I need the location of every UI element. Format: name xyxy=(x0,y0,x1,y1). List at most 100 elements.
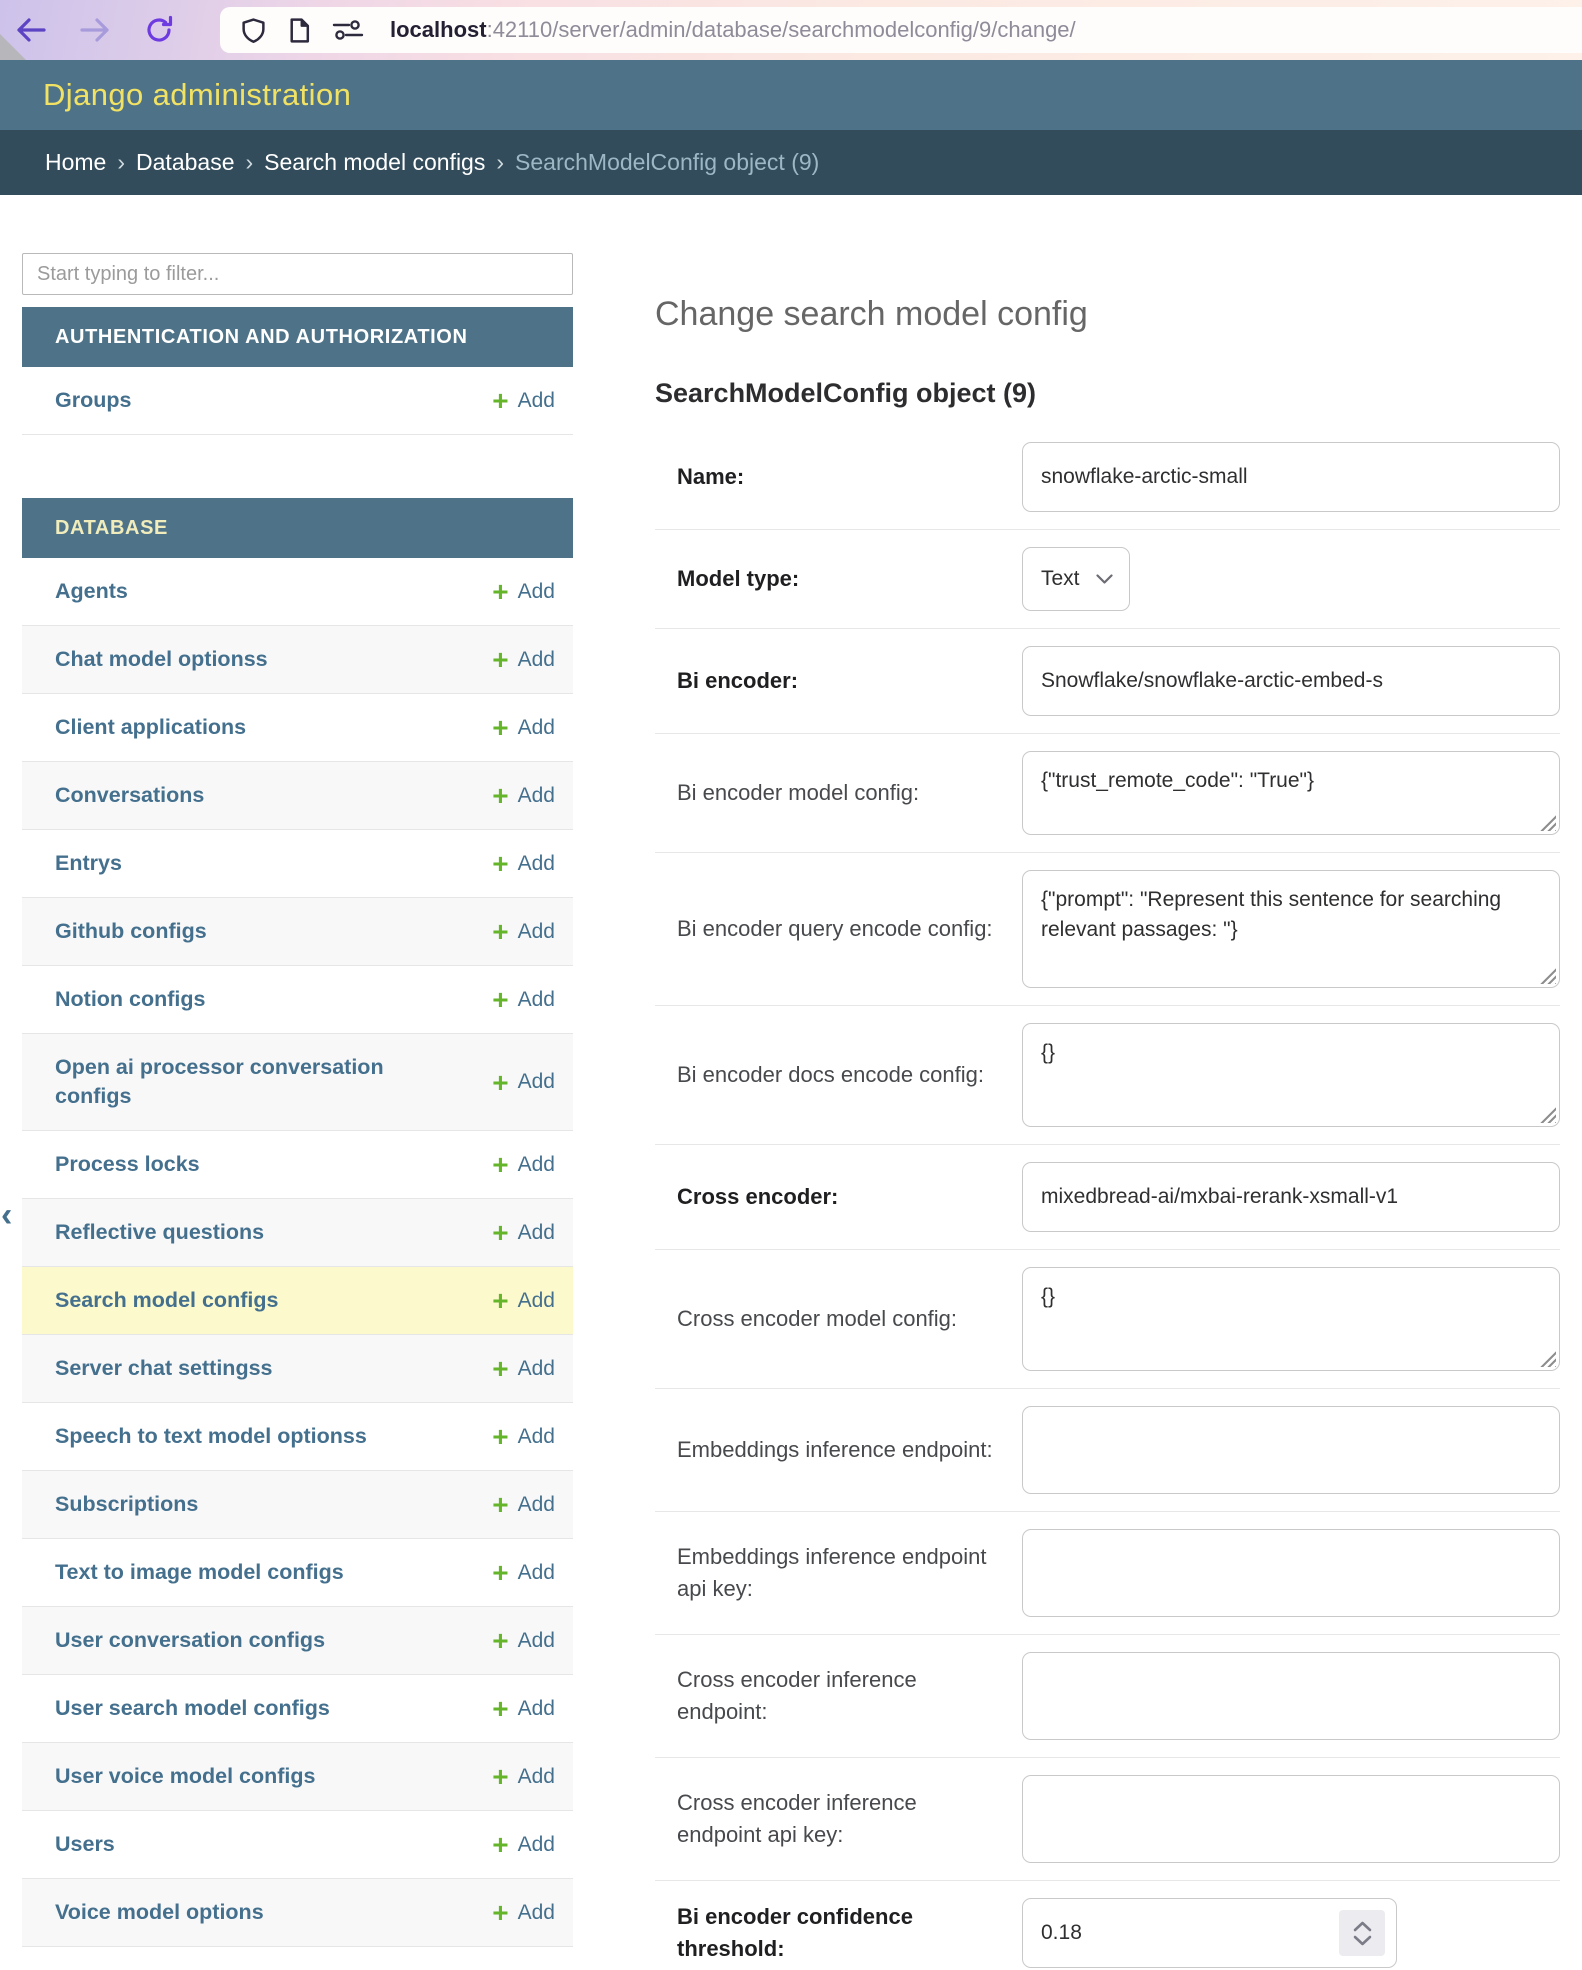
sidebar-item-link[interactable]: User voice model configs xyxy=(55,1762,315,1791)
sidebar-item-link[interactable]: Search model configs xyxy=(55,1286,278,1315)
sidebar-item-conversations[interactable]: Conversations +Add xyxy=(22,762,573,830)
sidebar-item-entrys[interactable]: Entrys +Add xyxy=(22,830,573,898)
sidebar-add-link[interactable]: +Add xyxy=(492,919,555,944)
back-button[interactable] xyxy=(14,13,48,47)
sidebar-item-link[interactable]: Users xyxy=(55,1830,115,1859)
resize-handle-icon[interactable] xyxy=(1539,1106,1556,1123)
field-input-bi-encoder[interactable] xyxy=(1022,646,1560,716)
sidebar-item-link[interactable]: Entrys xyxy=(55,849,122,878)
sidebar-item-link[interactable]: Text to image model configs xyxy=(55,1558,344,1587)
sidebar-item-link[interactable]: Conversations xyxy=(55,781,204,810)
breadcrumb-separator: › xyxy=(496,149,504,176)
sidebar-item-link[interactable]: Groups xyxy=(55,386,131,415)
sidebar-toggle-icon[interactable]: ‹ xyxy=(1,1198,12,1232)
sidebar-item-user-voice-model-configs[interactable]: User voice model configs +Add xyxy=(22,1743,573,1811)
sidebar-add-link[interactable]: +Add xyxy=(492,783,555,808)
resize-handle-icon[interactable] xyxy=(1539,1350,1556,1367)
sidebar-item-link[interactable]: Open ai processor conversation configs xyxy=(55,1053,425,1111)
sidebar-add-link[interactable]: +Add xyxy=(492,1832,555,1857)
site-title-link[interactable]: Django administration xyxy=(43,77,351,113)
shield-icon[interactable] xyxy=(240,17,267,44)
field-input-embeddings-inference-endpoint-api-key[interactable] xyxy=(1022,1529,1560,1617)
plus-icon: + xyxy=(492,1832,508,1857)
field-input-embeddings-inference-endpoint[interactable] xyxy=(1022,1406,1560,1494)
sidebar-item-notion-configs[interactable]: Notion configs +Add xyxy=(22,966,573,1034)
sidebar-item-speech-to-text-model-optionss[interactable]: Speech to text model optionss +Add xyxy=(22,1403,573,1471)
field-label: Cross encoder model config: xyxy=(655,1303,1022,1335)
sidebar-item-users[interactable]: Users +Add xyxy=(22,1811,573,1879)
number-spinner[interactable] xyxy=(1339,1910,1385,1956)
field-input-cross-encoder[interactable] xyxy=(1022,1162,1560,1232)
breadcrumb-database-link[interactable]: Database xyxy=(136,149,234,176)
sidebar-add-link[interactable]: +Add xyxy=(492,1288,555,1313)
field-input-cross-encoder-inference-endpoint[interactable] xyxy=(1022,1652,1560,1740)
sidebar-item-user-search-model-configs[interactable]: User search model configs +Add xyxy=(22,1675,573,1743)
breadcrumb-search-model-configs-link[interactable]: Search model configs xyxy=(264,149,485,176)
sidebar-item-client-applications[interactable]: Client applications +Add xyxy=(22,694,573,762)
sidebar-item-link[interactable]: Subscriptions xyxy=(55,1490,198,1519)
sidebar-add-link[interactable]: +Add xyxy=(492,1356,555,1381)
page-info-icon[interactable] xyxy=(287,17,312,44)
sidebar-item-link[interactable]: Reflective questions xyxy=(55,1218,264,1247)
field-textarea-bi-encoder-query-encode-config[interactable]: {"prompt": "Represent this sentence for … xyxy=(1022,870,1560,988)
sidebar-item-link[interactable]: Notion configs xyxy=(55,985,205,1014)
sidebar-item-link[interactable]: Voice model options xyxy=(55,1898,264,1927)
form-row-model-type: Model type:Text xyxy=(655,530,1560,629)
sidebar-add-link[interactable]: +Add xyxy=(492,1152,555,1177)
sidebar-add-link[interactable]: +Add xyxy=(492,1900,555,1925)
reload-button[interactable] xyxy=(142,13,176,47)
sidebar-item-search-model-configs[interactable]: Search model configs +Add xyxy=(22,1267,573,1335)
sidebar-add-link[interactable]: +Add xyxy=(492,1424,555,1449)
sidebar-add-link[interactable]: +Add xyxy=(492,1628,555,1653)
sidebar-item-agents[interactable]: Agents +Add xyxy=(22,558,573,626)
field-select-model-type[interactable]: Text xyxy=(1022,547,1130,611)
sidebar-item-voice-model-options[interactable]: Voice model options +Add xyxy=(22,1879,573,1947)
forward-button[interactable] xyxy=(78,13,112,47)
field-input-name[interactable] xyxy=(1022,442,1560,512)
sidebar-sections: AUTHENTICATION AND AUTHORIZATIONGroups+A… xyxy=(22,307,573,1947)
sidebar-item-groups[interactable]: Groups +Add xyxy=(22,367,573,435)
sidebar-add-link[interactable]: +Add xyxy=(492,1492,555,1517)
sidebar-item-open-ai-processor-conversation-configs[interactable]: Open ai processor conversation configs +A… xyxy=(22,1034,573,1131)
sidebar-add-link[interactable]: +Add xyxy=(492,1696,555,1721)
sidebar-add-link[interactable]: +Add xyxy=(492,715,555,740)
sidebar-add-link[interactable]: +Add xyxy=(492,987,555,1012)
sidebar-filter-input[interactable] xyxy=(22,253,573,295)
sidebar-item-subscriptions[interactable]: Subscriptions +Add xyxy=(22,1471,573,1539)
sidebar-item-link[interactable]: Agents xyxy=(55,577,128,606)
sidebar-add-link[interactable]: +Add xyxy=(492,579,555,604)
form-row-cross-encoder-inference-endpoint-api-key: Cross encoder inference endpoint api key… xyxy=(655,1758,1560,1881)
sidebar-add-link[interactable]: +Add xyxy=(492,1220,555,1245)
sidebar-add-link[interactable]: +Add xyxy=(492,851,555,876)
sidebar-item-link[interactable]: Client applications xyxy=(55,713,246,742)
field-textarea-bi-encoder-model-config[interactable]: {"trust_remote_code": "True"} xyxy=(1022,751,1560,835)
sidebar-item-link[interactable]: Server chat settingss xyxy=(55,1354,273,1383)
breadcrumb-home-link[interactable]: Home xyxy=(45,149,106,176)
field-input-cross-encoder-inference-endpoint-api-key[interactable] xyxy=(1022,1775,1560,1863)
sidebar-item-link[interactable]: User conversation configs xyxy=(55,1626,325,1655)
sidebar-item-chat-model-optionss[interactable]: Chat model optionss +Add xyxy=(22,626,573,694)
sliders-icon[interactable] xyxy=(332,18,364,42)
resize-handle-icon[interactable] xyxy=(1539,967,1556,984)
sidebar-item-text-to-image-model-configs[interactable]: Text to image model configs +Add xyxy=(22,1539,573,1607)
sidebar-item-reflective-questions[interactable]: Reflective questions +Add xyxy=(22,1199,573,1267)
sidebar-item-link[interactable]: Process locks xyxy=(55,1150,200,1179)
sidebar-add-link[interactable]: +Add xyxy=(492,1070,555,1095)
resize-handle-icon[interactable] xyxy=(1539,814,1556,831)
sidebar-item-link[interactable]: Chat model optionss xyxy=(55,645,268,674)
field-textarea-cross-encoder-model-config[interactable]: {} xyxy=(1022,1267,1560,1371)
field-textarea-bi-encoder-docs-encode-config[interactable]: {} xyxy=(1022,1023,1560,1127)
sidebar-item-server-chat-settingss[interactable]: Server chat settingss +Add xyxy=(22,1335,573,1403)
sidebar-item-github-configs[interactable]: Github configs +Add xyxy=(22,898,573,966)
sidebar-item-link[interactable]: User search model configs xyxy=(55,1694,330,1723)
address-bar[interactable]: localhost:42110/server/admin/database/se… xyxy=(220,7,1582,53)
sidebar-add-link[interactable]: +Add xyxy=(492,388,555,413)
add-label: Add xyxy=(518,1153,555,1177)
sidebar-item-link[interactable]: Speech to text model optionss xyxy=(55,1422,367,1451)
sidebar-add-link[interactable]: +Add xyxy=(492,647,555,672)
sidebar-item-user-conversation-configs[interactable]: User conversation configs +Add xyxy=(22,1607,573,1675)
sidebar-item-process-locks[interactable]: Process locks +Add xyxy=(22,1131,573,1199)
sidebar-item-link[interactable]: Github configs xyxy=(55,917,207,946)
sidebar-add-link[interactable]: +Add xyxy=(492,1560,555,1585)
sidebar-add-link[interactable]: +Add xyxy=(492,1764,555,1789)
